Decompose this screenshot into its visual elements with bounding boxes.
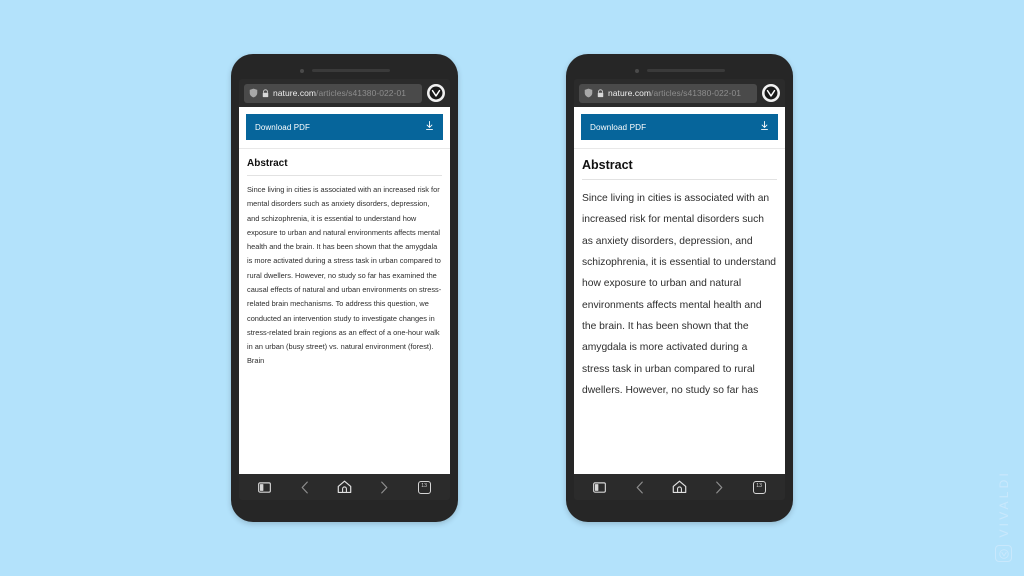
abstract-body-left: Since living in cities is associated wit… <box>247 185 442 366</box>
phone-mockup-left: nature.com/articles/s41380-022-01 Downlo… <box>231 54 458 522</box>
mockup-stage: nature.com/articles/s41380-022-01 Downlo… <box>0 0 1024 576</box>
browser-address-bar-right: nature.com/articles/s41380-022-01 <box>574 79 785 107</box>
lock-icon <box>262 88 269 98</box>
tab-count-badge-left: 13 <box>417 480 431 494</box>
vivaldi-logo-icon <box>429 86 443 100</box>
download-icon <box>760 118 769 136</box>
url-text-left: nature.com/articles/s41380-022-01 <box>273 88 406 98</box>
url-path-right: /articles/s41380-022-01 <box>651 88 742 98</box>
vivaldi-watermark: VIVALDI <box>995 470 1012 562</box>
article-content-right: Abstract Since living in cities is assoc… <box>574 149 785 474</box>
abstract-heading-right: Abstract <box>582 158 777 180</box>
phone-screen-right: nature.com/articles/s41380-022-01 Downlo… <box>574 79 785 500</box>
home-icon <box>337 480 352 494</box>
panel-icon <box>593 481 607 493</box>
chevron-left-icon <box>636 481 643 493</box>
watermark-text: VIVALDI <box>996 470 1011 538</box>
browser-bottom-nav-right: 13 <box>574 474 785 500</box>
download-pdf-button-left[interactable]: Download PDF <box>246 114 443 140</box>
web-page-left: Download PDF Abstract Since living in ci… <box>239 107 450 474</box>
download-icon <box>425 118 434 136</box>
vivaldi-logo-icon <box>764 86 778 100</box>
pdf-download-band-right: Download PDF <box>574 107 785 149</box>
phone-top-bezel-right <box>574 62 785 79</box>
vivaldi-logo-icon <box>995 545 1012 562</box>
earpiece-speaker-icon <box>311 69 390 72</box>
back-button-left[interactable] <box>294 478 316 496</box>
phone-top-bezel <box>239 62 450 79</box>
front-camera-icon <box>299 68 304 73</box>
url-path-left: /articles/s41380-022-01 <box>316 88 407 98</box>
phone-screen-left: nature.com/articles/s41380-022-01 Downlo… <box>239 79 450 500</box>
panels-button-left[interactable] <box>254 478 276 496</box>
vivaldi-menu-button-right[interactable] <box>762 84 780 102</box>
home-button-right[interactable] <box>668 478 690 496</box>
home-button-left[interactable] <box>333 478 355 496</box>
url-input-left[interactable]: nature.com/articles/s41380-022-01 <box>244 83 422 103</box>
chevron-right-icon <box>716 481 723 493</box>
chevron-right-icon <box>381 481 388 493</box>
phone-bottom-bezel-right <box>574 500 785 514</box>
phone-mockup-right: nature.com/articles/s41380-022-01 Downlo… <box>566 54 793 522</box>
url-text-right: nature.com/articles/s41380-022-01 <box>608 88 741 98</box>
front-camera-icon <box>634 68 639 73</box>
download-pdf-button-right[interactable]: Download PDF <box>581 114 778 140</box>
back-button-right[interactable] <box>629 478 651 496</box>
url-input-right[interactable]: nature.com/articles/s41380-022-01 <box>579 83 757 103</box>
forward-button-right[interactable] <box>708 478 730 496</box>
browser-address-bar-left: nature.com/articles/s41380-022-01 <box>239 79 450 107</box>
pdf-download-band-left: Download PDF <box>239 107 450 149</box>
phone-bottom-bezel-left <box>239 500 450 514</box>
web-page-right: Download PDF Abstract Since living in ci… <box>574 107 785 474</box>
browser-bottom-nav-left: 13 <box>239 474 450 500</box>
article-content-left: Abstract Since living in cities is assoc… <box>239 149 450 474</box>
chevron-left-icon <box>301 481 308 493</box>
vivaldi-menu-button-left[interactable] <box>427 84 445 102</box>
tab-count-badge-right: 13 <box>752 480 766 494</box>
home-icon <box>672 480 687 494</box>
shield-icon[interactable] <box>584 88 593 98</box>
panels-button-right[interactable] <box>589 478 611 496</box>
earpiece-speaker-icon <box>646 69 725 72</box>
download-pdf-label-left: Download PDF <box>255 122 311 132</box>
download-pdf-label-right: Download PDF <box>590 122 647 132</box>
panel-icon <box>258 481 272 493</box>
forward-button-left[interactable] <box>373 478 395 496</box>
abstract-body-right: Since living in cities is associated wit… <box>582 193 777 396</box>
url-host-left: nature.com <box>273 88 317 98</box>
tab-switcher-button-right[interactable]: 13 <box>748 478 770 496</box>
tab-switcher-button-left[interactable]: 13 <box>413 478 435 496</box>
lock-icon <box>597 88 604 98</box>
url-host-right: nature.com <box>608 88 652 98</box>
shield-icon[interactable] <box>249 88 258 98</box>
abstract-heading-left: Abstract <box>247 158 442 176</box>
